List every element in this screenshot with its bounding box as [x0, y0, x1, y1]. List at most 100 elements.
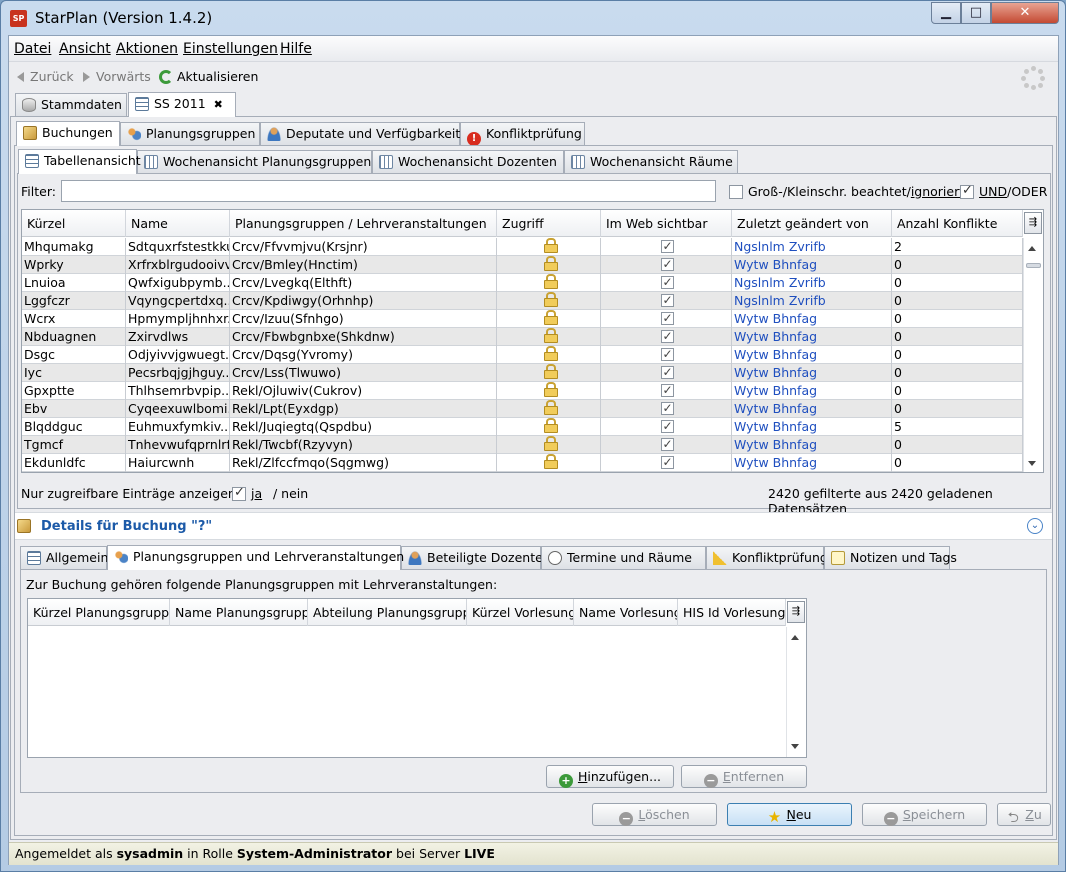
- lock-icon: [543, 364, 558, 379]
- column-zugriff[interactable]: Zugriff: [497, 210, 601, 237]
- menu-einstellungen[interactable]: Einstellungen: [183, 41, 278, 57]
- view-tab-wochen-planungsgruppen[interactable]: Wochenansicht Planungsgruppen: [137, 150, 372, 174]
- scroll-thumb[interactable]: [1026, 263, 1041, 268]
- tab-konfliktpruefung[interactable]: ! Konfliktprüfung: [460, 122, 585, 146]
- scroll-down-icon[interactable]: [791, 744, 799, 749]
- access-nein-option[interactable]: / nein: [273, 486, 308, 501]
- doc-tab-stammdaten[interactable]: Stammdaten: [15, 93, 127, 117]
- cell-konflikte: 0: [892, 328, 1023, 346]
- table-scrollbar[interactable]: [1023, 238, 1043, 472]
- save-button[interactable]: − Speichern: [862, 803, 987, 826]
- view-tab-tabellenansicht[interactable]: Tabellenansicht: [18, 149, 141, 174]
- scroll-down-icon[interactable]: [1028, 461, 1036, 466]
- table-row[interactable]: IycPecsrbqjgjhguy...Crcv/Lss(Tlwuwo) Wytw…: [22, 364, 1023, 382]
- cell-web-sichtbar: [601, 454, 732, 472]
- table-row[interactable]: EbvCyqeexuwlbomi...Rekl/Lpt(Eyxdgp) Wytw …: [22, 400, 1023, 418]
- tab-deputate[interactable]: Deputate und Verfügbarkeit: [260, 122, 460, 146]
- access-ja-checkbox[interactable]: [232, 485, 246, 501]
- cell-kuerzel: Gpxptte: [22, 382, 126, 400]
- details-tab-notizen[interactable]: Notizen und Tags: [824, 546, 957, 570]
- und-oder-checkbox[interactable]: [960, 183, 974, 199]
- add-button[interactable]: + Hinzufügen...: [546, 765, 674, 788]
- new-button[interactable]: ★ Neu: [727, 803, 852, 826]
- column-zuletzt-geaendert[interactable]: Zuletzt geändert von: [732, 210, 892, 237]
- cell-user: Wytw Bhnfag: [732, 328, 892, 346]
- column-anzahl-konflikte[interactable]: Anzahl Konflikte: [892, 210, 1023, 237]
- forward-button[interactable]: Vorwärts: [83, 69, 151, 84]
- web-visible-checkbox[interactable]: [660, 418, 674, 435]
- web-visible-checkbox[interactable]: [660, 364, 674, 381]
- column-kuerzel-planungsgruppe[interactable]: Kürzel Planungsgruppe: [28, 599, 170, 626]
- column-name-vorlesung[interactable]: Name Vorlesung: [574, 599, 678, 626]
- delete-icon: −: [619, 812, 634, 826]
- table-row[interactable]: Ekdunldfc Haiurcwnh Rekl/Zlfccfmqo(Sqgmwg)…: [22, 454, 1023, 472]
- details-tab-termine[interactable]: Termine und Räume: [541, 546, 706, 570]
- details-scrollbar[interactable]: [786, 627, 806, 757]
- cell-user: Wytw Bhnfag: [732, 346, 892, 364]
- column-his-id-vorlesung[interactable]: HIS Id Vorlesung: [678, 599, 786, 626]
- table-row[interactable]: TgmcfTnhevwufqprnlrfyRekl/Twcbf(Rzyvyn) W…: [22, 436, 1023, 454]
- delete-button[interactable]: − Löschen: [592, 803, 717, 826]
- details-tab-konflikt[interactable]: Konfliktprüfung: [706, 546, 828, 570]
- web-visible-checkbox[interactable]: [660, 274, 674, 291]
- remove-button[interactable]: − Entfernen: [681, 765, 807, 788]
- web-visible-checkbox[interactable]: [660, 238, 674, 255]
- web-visible-checkbox[interactable]: [660, 256, 674, 273]
- table-row[interactable]: DsgcOdjyivvjgwuegt...Crcv/Dqsg(Yvromy) Wy…: [22, 346, 1023, 364]
- filter-input[interactable]: [61, 180, 716, 202]
- column-chooser-icon[interactable]: ⇶: [787, 601, 805, 623]
- table-row[interactable]: Lnuioa Qwfxigubpymb... Crcv/Lvegkq(Elthft)…: [22, 274, 1023, 292]
- view-tab-wochen-raeume[interactable]: Wochenansicht Räume: [564, 150, 738, 174]
- web-visible-checkbox[interactable]: [660, 292, 674, 309]
- und-oder-option[interactable]: UND/ODER: [960, 183, 1047, 199]
- doc-tab-ss2011[interactable]: SS 2011 ✖: [128, 92, 236, 117]
- table-row[interactable]: WcrxHpmympljhnhxr...Crcv/Izuu(Sfnhgo) Wyt…: [22, 310, 1023, 328]
- case-sensitive-checkbox[interactable]: [729, 185, 743, 199]
- menu-aktionen[interactable]: Aktionen: [116, 41, 178, 57]
- title-bar: SP StarPlan (Version 1.4.2) ▁ □ ✕: [1, 1, 1065, 35]
- details-tab-planungsgruppen[interactable]: Planungsgruppen und Lehrveranstaltungen: [107, 545, 404, 570]
- tab-buchungen[interactable]: Buchungen: [16, 121, 120, 146]
- collapse-icon[interactable]: ⌄: [1027, 518, 1043, 534]
- refresh-button[interactable]: Aktualisieren: [159, 69, 258, 84]
- case-sensitive-option[interactable]: Groß-/Kleinschr. beachtet/ignoriert: [729, 184, 964, 199]
- menu-hilfe[interactable]: Hilfe: [280, 41, 312, 57]
- column-chooser-icon[interactable]: ⇶: [1024, 212, 1042, 234]
- web-visible-checkbox[interactable]: [660, 454, 674, 471]
- column-planungsgruppen[interactable]: Planungsgruppen / Lehrveranstaltungen: [230, 210, 497, 237]
- maximize-button[interactable]: □: [961, 2, 991, 24]
- web-visible-checkbox[interactable]: [660, 328, 674, 345]
- details-header[interactable]: Details für Buchung "?" ⌄: [15, 512, 1052, 540]
- table-row[interactable]: Lggfczr Vqyngcpertdxq... Crcv/Kpdiwgy(Orhn…: [22, 292, 1023, 310]
- access-ja-option[interactable]: ja: [232, 485, 262, 501]
- tab-planungsgruppen[interactable]: Planungsgruppen: [120, 122, 260, 146]
- details-tab-allgemein[interactable]: Allgemein: [20, 546, 108, 570]
- web-visible-checkbox[interactable]: [660, 436, 674, 453]
- table-row[interactable]: WprkyXrfrxblrgudooivvCrcv/Bmley(Hnctim) W…: [22, 256, 1023, 274]
- menu-datei[interactable]: Datei: [14, 41, 51, 57]
- column-web-sichtbar[interactable]: Im Web sichtbar: [601, 210, 732, 237]
- table-row[interactable]: MhqumakgSdtquxrfstestkkudCrcv/Ffvvmjvu(K…: [22, 238, 1023, 256]
- column-kuerzel-vorlesung[interactable]: Kürzel Vorlesung: [467, 599, 574, 626]
- table-row[interactable]: Nbduagnen Zxirvdlws Crcv/Fbwbgnbxe(Shkdnw)…: [22, 328, 1023, 346]
- back-button[interactable]: Zurück: [17, 69, 74, 84]
- column-kuerzel[interactable]: Kürzel: [22, 210, 126, 237]
- web-visible-checkbox[interactable]: [660, 310, 674, 327]
- table-row[interactable]: Gpxptte Thlhsemrbvpip... Rekl/Ojluwiv(Cukr…: [22, 382, 1023, 400]
- close-tab-icon[interactable]: ✖: [214, 98, 223, 111]
- web-visible-checkbox[interactable]: [660, 382, 674, 399]
- web-visible-checkbox[interactable]: [660, 346, 674, 363]
- scroll-up-icon[interactable]: [1028, 246, 1036, 251]
- view-tab-wochen-dozenten[interactable]: Wochenansicht Dozenten: [372, 150, 564, 174]
- table-row[interactable]: Blqddguc Euhmuxfymkiv... Rekl/Juqiegtq(Qsp…: [22, 418, 1023, 436]
- details-tab-dozenten[interactable]: Beteiligte Dozenten: [401, 546, 551, 570]
- web-visible-checkbox[interactable]: [660, 400, 674, 417]
- undo-button[interactable]: ⮌ Zu: [997, 803, 1051, 826]
- scroll-up-icon[interactable]: [791, 635, 799, 640]
- column-name[interactable]: Name: [126, 210, 230, 237]
- close-window-button[interactable]: ✕: [991, 2, 1059, 24]
- column-abteilung-planungsgruppe[interactable]: Abteilung Planungsgruppe: [308, 599, 467, 626]
- column-name-planungsgruppe[interactable]: Name Planungsgruppe: [170, 599, 308, 626]
- minimize-button[interactable]: ▁: [931, 2, 961, 24]
- menu-ansicht[interactable]: Ansicht: [59, 41, 111, 57]
